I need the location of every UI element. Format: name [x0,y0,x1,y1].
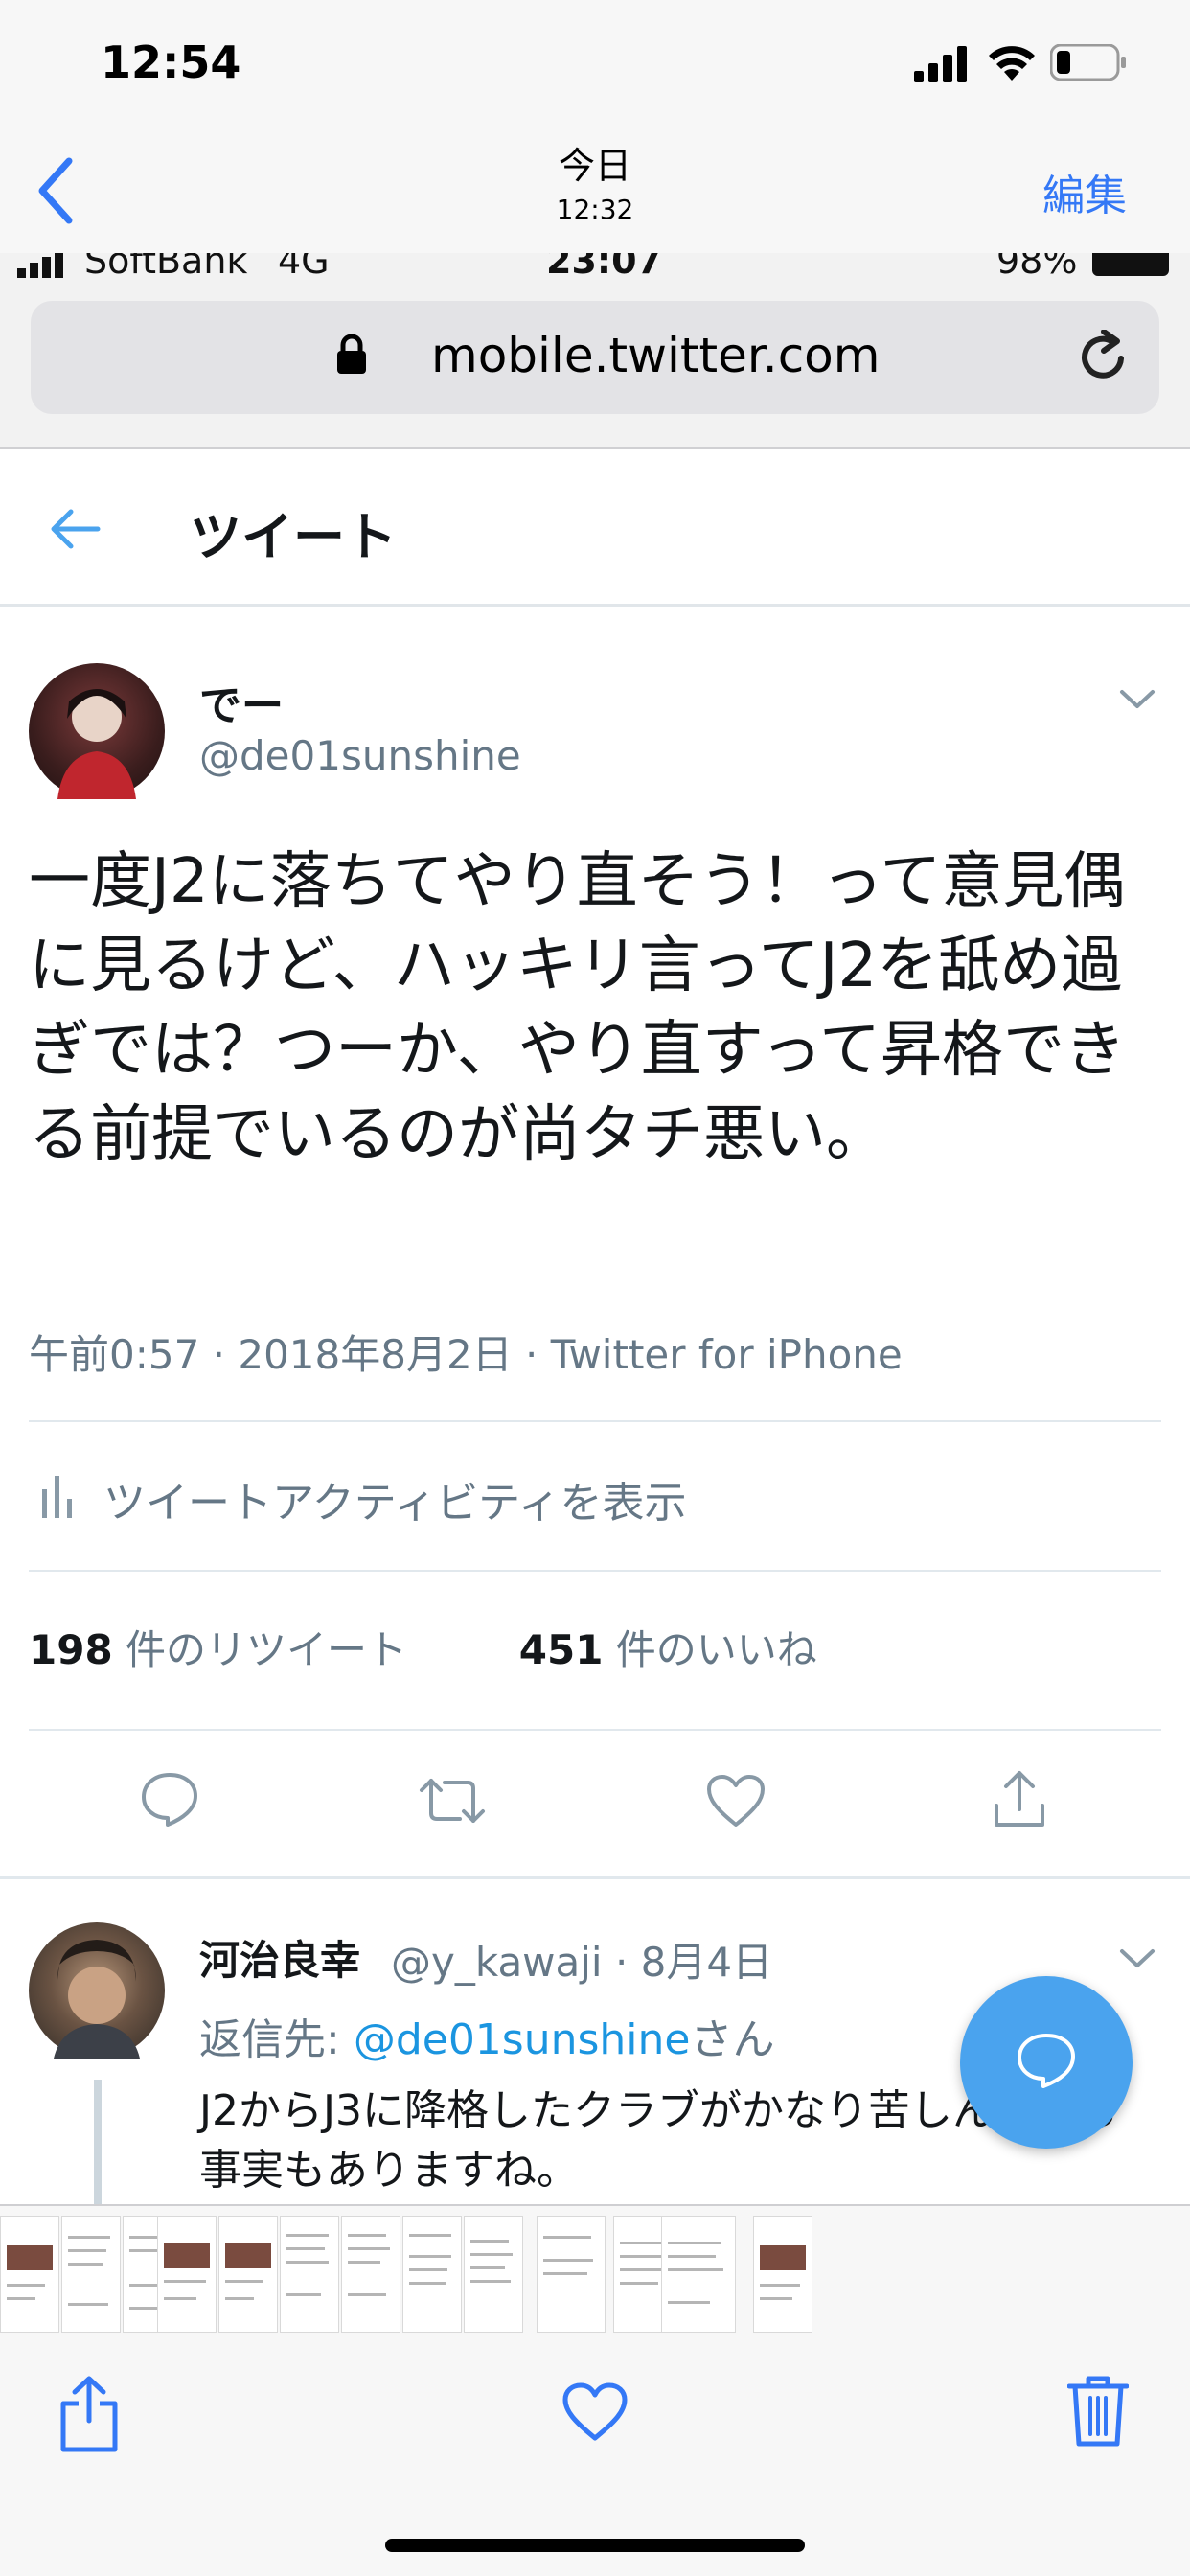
thumbnail-strip[interactable] [0,2204,1190,2340]
nav-subtitle: 12:32 [556,194,634,225]
thumbnail-current[interactable] [661,2216,736,2333]
reply-avatar-photo [54,1940,140,2058]
reply-to-suffix: さん [690,2015,775,2064]
heart-toolbar-icon[interactable] [561,2382,629,2442]
thread-line [94,2080,102,2204]
battery-icon [1050,44,1126,81]
thumbnail[interactable] [341,2216,400,2333]
thumbnail[interactable] [402,2216,462,2333]
browser-bar: mobile.twitter.com [0,282,1190,448]
divider [29,1570,1161,1572]
home-indicator[interactable] [385,2539,805,2552]
reply-avatar[interactable] [29,1922,165,2058]
reload-icon[interactable] [1077,330,1131,385]
photo-viewer: SoftBank 4G 23:07 98% mobile.twitter.com… [0,253,1190,2204]
reply-user-name[interactable]: 河治良幸 [199,1928,360,1987]
retweet-label[interactable]: 件のリツイート [126,1626,407,1673]
compose-icon [1018,2034,1075,2088]
chevron-down-icon[interactable] [1119,1947,1156,1970]
edit-button[interactable]: 編集 [1042,161,1127,222]
embedded-carrier: SoftBank [84,253,248,282]
wifi-icon [989,46,1035,80]
thumbnail[interactable] [61,2216,121,2333]
reply-to-mention[interactable]: @de01sunshine [354,2015,691,2064]
reply-user-handle[interactable]: @y_kawaji · 8月4日 [391,1930,772,1989]
reply-icon[interactable] [140,1771,199,1828]
nav-title: 今日 [558,145,631,187]
reply-to-line: 返信先: @de01sunshineさん [199,2005,775,2066]
embedded-time: 23:07 [546,253,662,282]
photos-nav-bar: 今日 12:32 編集 [0,134,1190,255]
thumbnail[interactable] [0,2216,59,2333]
avatar-illustration [57,689,136,799]
activity-bars-icon [42,1476,72,1518]
thumbnail[interactable] [537,2216,606,2333]
thumbnail[interactable] [464,2216,523,2333]
embedded-status-bar: SoftBank 4G 23:07 98% [0,253,1190,282]
avatar[interactable] [29,663,165,799]
divider [29,1420,1161,1422]
divider [29,1729,1161,1731]
retweet-count[interactable]: 198 [29,1626,113,1673]
lock-icon [337,334,366,374]
thumbnail[interactable] [218,2216,278,2333]
trash-icon[interactable] [1067,2375,1129,2448]
embedded-network: 4G [278,253,330,282]
user-handle[interactable]: @de01sunshine [199,732,521,779]
thumbnail[interactable] [280,2216,339,2333]
user-name[interactable]: でー [199,671,284,732]
tweet-activity-label[interactable]: ツイートアクティビティを表示 [103,1468,687,1530]
like-count[interactable]: 451 [519,1626,604,1673]
url-field[interactable]: mobile.twitter.com [31,301,1159,414]
reply-to-prefix: 返信先: [199,2015,354,2064]
back-arrow-icon[interactable] [48,508,102,550]
share-icon[interactable] [991,1767,1048,1830]
embedded-battery: 98% [996,253,1078,282]
page-title: ツイート [190,507,397,567]
url-text: mobile.twitter.com [431,328,881,383]
tweet-meta: 午前0:57 · 2018年8月2日 · Twitter for iPhone [29,1331,903,1378]
tweet-page-header: ツイート [0,450,1190,607]
tweet-text: 一度J2に落ちてやり直そう！って意見偶に見るけど、ハッキリ言ってJ2を舐め過ぎで… [29,846,1126,1170]
embedded-signal-icon [17,253,63,278]
thumbnail[interactable] [753,2216,812,2333]
like-icon[interactable] [705,1773,767,1828]
chevron-down-icon[interactable] [1119,688,1156,711]
status-bar: 12:54 [0,0,1190,134]
embedded-battery-icon [1092,253,1169,276]
cellular-signal-icon [914,46,967,82]
tweet-stats: 198 件のリツイート 451 件のいいね [29,1618,817,1676]
thumbnail[interactable] [157,2216,217,2333]
status-time: 12:54 [101,36,241,88]
like-label[interactable]: 件のいいね [616,1626,817,1673]
divider [0,1876,1190,1879]
compose-button[interactable] [960,1976,1133,2149]
share-toolbar-icon[interactable] [57,2375,121,2453]
retweet-icon[interactable] [418,1777,487,1825]
